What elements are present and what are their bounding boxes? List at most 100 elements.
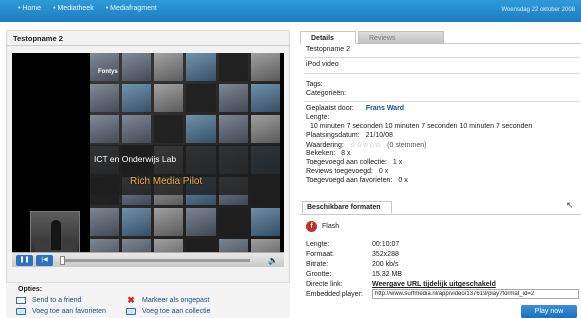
speaker-video-inset — [30, 211, 80, 257]
slide-logo: Fontys — [98, 69, 118, 75]
seek-handle[interactable] — [60, 256, 65, 265]
format-size: Grootte: 15.32 MB — [306, 271, 402, 278]
divider — [7, 45, 289, 46]
format-bitrate-value: 200 kb/s — [372, 261, 399, 268]
embedded-player-label: Embedded player: — [306, 291, 363, 298]
tags-label: Tags: — [306, 81, 323, 88]
nav-mediafragment-link[interactable]: Mediafragment — [106, 5, 157, 12]
added-favorites-value: 0 x — [398, 177, 408, 184]
views-value: 8 x — [341, 150, 351, 157]
format-embedded-player: Embedded player: — [306, 291, 372, 298]
format-resolution-value: 352x288 — [372, 251, 399, 258]
embed-code-field[interactable] — [372, 289, 579, 299]
divider — [304, 57, 579, 58]
detail-posted-by: Geplaatst door: Frans Ward — [306, 105, 404, 112]
pause-button[interactable]: ❚❚ — [16, 255, 33, 266]
format-type: Flash — [322, 223, 340, 230]
mail-icon — [16, 297, 26, 304]
length-value: 10 minuten 7 seconden 10 minuten 7 secon… — [310, 123, 533, 130]
formats-title: Beschikbare formaten — [302, 201, 392, 214]
detail-views: Bekeken: 8 x — [306, 150, 350, 157]
options-label: Opties: — [18, 286, 43, 293]
added-collection-label: Toegevoegd aan collectie: — [306, 159, 387, 166]
detail-added-collection: Toegevoegd aan collectie: 1 x — [306, 159, 402, 166]
format-size-label: Grootte: — [306, 271, 332, 278]
date-label: Plaatsingsdatum: — [306, 132, 360, 139]
rating-votes: (0 stemmen) — [387, 142, 427, 149]
format-length-label: Lengte: — [306, 241, 330, 248]
detail-name: Testopname 2 — [306, 46, 350, 53]
top-bar: Home Mediatheek Mediafragment Woensdag 2… — [0, 0, 581, 22]
tab-reviews[interactable]: Reviews — [358, 31, 444, 44]
views-label: Bekeken: — [306, 150, 336, 157]
direct-link-value[interactable]: Weergave URL tijdelijk uitgeschakeld — [372, 281, 496, 288]
reviews-added-value: 0 x — [378, 168, 389, 175]
top-nav: Home Mediatheek Mediafragment — [18, 5, 157, 12]
format-length-value: 00:10:07 — [372, 241, 400, 248]
nav-home-link[interactable]: Home — [18, 5, 41, 12]
mouse-cursor-icon: ↖ — [566, 200, 574, 210]
rating-stars[interactable]: ☆☆☆☆☆ — [350, 142, 381, 149]
format-resolution-label: Formaat: — [306, 251, 335, 258]
author-link[interactable]: Frans Ward — [366, 105, 404, 112]
divider — [300, 214, 581, 215]
speaker-icon: 🔈 — [268, 256, 278, 265]
detail-categories: Categorieën: — [306, 90, 346, 97]
posted-by-label: Geplaatst door: — [306, 105, 354, 112]
slide-band — [90, 145, 280, 195]
format-resolution: Formaat: 352x288 — [306, 251, 399, 258]
seek-bar[interactable] — [60, 256, 250, 265]
add-to-favorites-link[interactable]: Voeg toe aan favorieten — [16, 308, 106, 315]
divider — [304, 101, 579, 102]
length-label: Lengte: — [306, 114, 330, 121]
volume-button[interactable]: 🔈 — [268, 256, 278, 265]
format-length: Lengte: 00:10:07 — [306, 241, 399, 248]
rating-label: Waardering: — [306, 142, 344, 149]
categories-label: Categorieën: — [306, 90, 347, 97]
direct-link-label: Directe link: — [306, 281, 343, 288]
flash-icon: f — [306, 221, 317, 232]
rewind-icon: |◀ — [41, 257, 48, 263]
slide-title: ICT en Onderwijs Lab — [94, 154, 177, 164]
divider — [304, 73, 579, 74]
pause-icon: ❚❚ — [19, 257, 30, 263]
reviews-added-label: Reviews toegevoegd: — [306, 168, 373, 175]
details-section: Testopname 2 iPod video Tags: Categorieë… — [300, 45, 581, 205]
presenter — [51, 220, 61, 250]
detail-format: iPod video — [306, 61, 339, 68]
detail-added-favorites: Toegevoegd aan favorieten: 0 x — [306, 177, 408, 184]
send-to-friend-label: Send to a friend — [32, 297, 82, 304]
folder-icon — [126, 308, 136, 315]
video-frame-slide: Fontys ICT en Onderwijs Lab Rich Media P… — [90, 53, 280, 267]
rewind-button[interactable]: |◀ — [36, 255, 53, 266]
format-bitrate: Bitrate: 200 kb/s — [306, 261, 398, 268]
info-tabs: Details Reviews — [300, 30, 581, 44]
folder-icon — [16, 308, 26, 315]
format-size-value: 15.32 MB — [372, 271, 402, 278]
nav-mediatheek-link[interactable]: Mediatheek — [53, 5, 94, 12]
send-to-friend-link[interactable]: Send to a friend — [16, 297, 81, 304]
video-player[interactable]: Fontys ICT en Onderwijs Lab Rich Media P… — [12, 53, 284, 267]
tab-details[interactable]: Details — [300, 31, 356, 44]
info-panel: Details Reviews Testopname 2 iPod video … — [300, 30, 581, 318]
detail-length: Lengte: — [306, 114, 329, 121]
detail-reviews-added: Reviews toegevoegd: 0 x — [306, 168, 388, 175]
detail-date: Plaatsingsdatum: 21/10/08 — [306, 132, 393, 139]
detail-rating: Waardering: ☆☆☆☆☆ (0 stemmen) — [306, 141, 426, 149]
formats-section: Beschikbare formaten ↖ f Flash Lengte: 00… — [300, 198, 581, 318]
format-bitrate-label: Bitrate: — [306, 261, 329, 268]
video-title: Testopname 2 — [13, 34, 63, 43]
flag-inappropriate-label: Markeer als ongepast — [142, 297, 210, 304]
add-to-collection-link[interactable]: Voeg toe aan collectie — [126, 308, 211, 315]
added-collection-value: 1 x — [392, 159, 403, 166]
cross-icon: ✖ — [127, 295, 135, 305]
detail-tags: Tags: — [306, 81, 323, 88]
options-panel: Opties: Send to a friend Voeg toe aan fa… — [6, 282, 290, 318]
flag-inappropriate-link[interactable]: ✖ Markeer als ongepast — [126, 295, 210, 305]
play-now-button[interactable]: Play now — [521, 305, 577, 318]
add-to-favorites-label: Voeg toe aan favorieten — [32, 308, 106, 315]
date-value: 21/10/08 — [365, 132, 393, 139]
slide-subtitle: Rich Media Pilot — [130, 176, 203, 187]
add-to-collection-label: Voeg toe aan collectie — [142, 308, 211, 315]
format-direct-link: Directe link: Weergave URL tijdelijk uitg… — [306, 281, 496, 288]
